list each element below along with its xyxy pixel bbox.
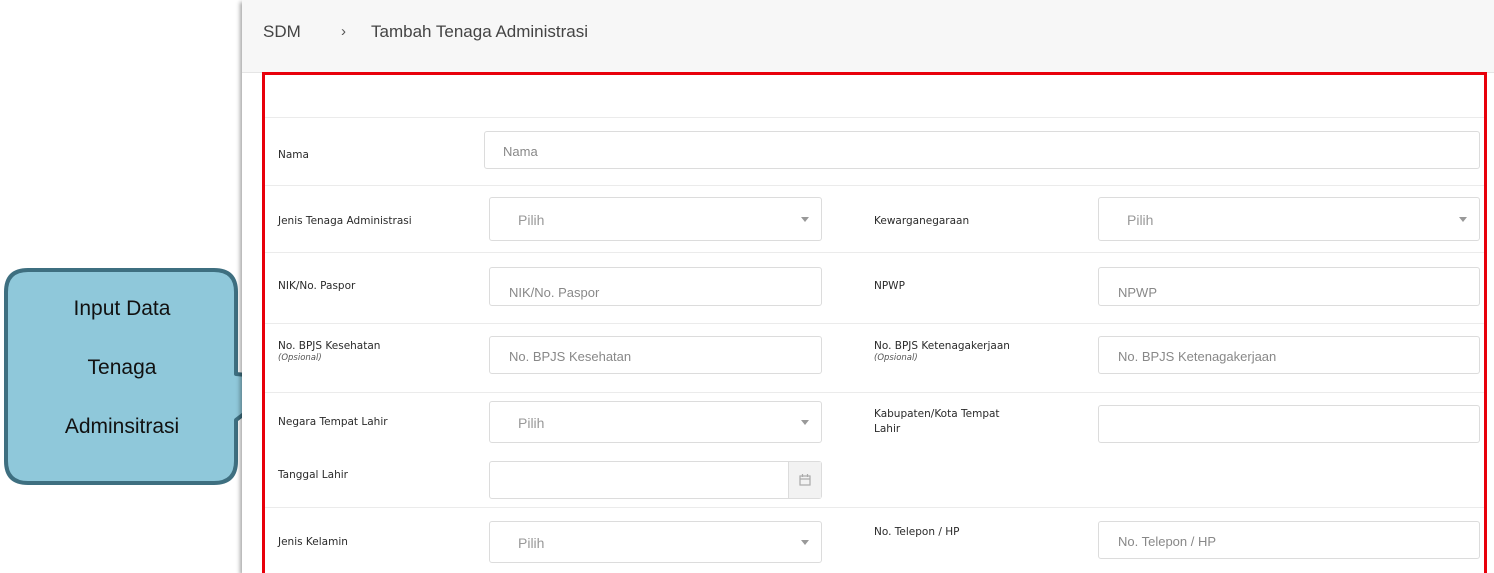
nik-input[interactable]: NIK/No. Paspor bbox=[489, 267, 822, 306]
jenis-kelamin-select[interactable]: Pilih bbox=[489, 521, 822, 563]
divider bbox=[265, 117, 1484, 118]
divider bbox=[265, 392, 1484, 393]
callout-annotation: Input Data Tenaga Adminsitrasi bbox=[2, 267, 292, 494]
bpjs-ketenagakerjaan-note: (Opsional) bbox=[874, 353, 918, 363]
kewarganegaraan-label: Kewarganegaraan bbox=[874, 215, 970, 227]
jenis-kelamin-value: Pilih bbox=[518, 535, 545, 551]
divider bbox=[265, 323, 1484, 324]
telepon-placeholder: No. Telepon / HP bbox=[1118, 534, 1217, 549]
jenis-tenaga-select[interactable]: Pilih bbox=[489, 197, 822, 241]
bpjs-ketenagakerjaan-label-text: No. BPJS Ketenagakerjaan bbox=[874, 340, 1010, 352]
bpjs-ketenagakerjaan-placeholder: No. BPJS Ketenagakerjaan bbox=[1118, 349, 1277, 364]
tanggal-lahir-label: Tanggal Lahir bbox=[278, 469, 348, 481]
jenis-kelamin-label: Jenis Kelamin bbox=[278, 536, 348, 548]
kota-lahir-label: Kabupaten/Kota Tempat Lahir bbox=[874, 407, 1000, 437]
callout-line-3: Adminsitrasi bbox=[64, 415, 180, 438]
breadcrumb-current: Tambah Tenaga Administrasi bbox=[371, 22, 589, 41]
nama-input[interactable]: Nama bbox=[484, 131, 1480, 169]
nik-label: NIK/No. Paspor bbox=[278, 280, 356, 292]
callout-line-1: Input Data bbox=[73, 297, 171, 320]
divider bbox=[265, 185, 1484, 186]
npwp-input[interactable]: NPWP bbox=[1098, 267, 1480, 306]
bpjs-kesehatan-note: (Opsional) bbox=[278, 353, 322, 363]
caret-down-icon bbox=[801, 540, 809, 545]
nama-placeholder: Nama bbox=[503, 144, 538, 159]
npwp-label: NPWP bbox=[874, 280, 905, 292]
jenis-tenaga-label: Jenis Tenaga Administrasi bbox=[278, 215, 412, 227]
kewarganegaraan-select[interactable]: Pilih bbox=[1098, 197, 1480, 241]
breadcrumb: SDM › Tambah Tenaga Administrasi bbox=[242, 0, 1494, 73]
divider bbox=[265, 507, 1484, 508]
telepon-label: No. Telepon / HP bbox=[874, 526, 960, 538]
calendar-icon bbox=[799, 474, 811, 486]
negara-lahir-label: Negara Tempat Lahir bbox=[278, 416, 388, 428]
kota-lahir-input[interactable] bbox=[1098, 405, 1480, 443]
bpjs-kesehatan-input[interactable]: No. BPJS Kesehatan bbox=[489, 336, 822, 374]
highlight-frame: Nama Nama Jenis Tenaga Administrasi Pili… bbox=[262, 72, 1487, 573]
bpjs-ketenagakerjaan-input[interactable]: No. BPJS Ketenagakerjaan bbox=[1098, 336, 1480, 374]
jenis-tenaga-value: Pilih bbox=[518, 212, 545, 228]
kota-lahir-label-line1: Kabupaten/Kota Tempat bbox=[874, 408, 1000, 420]
callout-line-2: Tenaga bbox=[87, 356, 157, 379]
caret-down-icon bbox=[1459, 217, 1467, 222]
negara-lahir-select[interactable]: Pilih bbox=[489, 401, 822, 443]
telepon-input[interactable]: No. Telepon / HP bbox=[1098, 521, 1480, 559]
bpjs-kesehatan-label-text: No. BPJS Kesehatan bbox=[278, 340, 381, 352]
kota-lahir-label-line2: Lahir bbox=[874, 423, 901, 435]
caret-down-icon bbox=[801, 420, 809, 425]
nama-label: Nama bbox=[278, 149, 309, 161]
kewarganegaraan-value: Pilih bbox=[1127, 212, 1154, 228]
bpjs-kesehatan-label: No. BPJS Kesehatan (Opsional) bbox=[278, 340, 380, 363]
calendar-button[interactable] bbox=[788, 462, 821, 498]
tanggal-lahir-input[interactable] bbox=[489, 461, 822, 499]
divider bbox=[265, 252, 1484, 253]
bpjs-kesehatan-placeholder: No. BPJS Kesehatan bbox=[509, 349, 632, 364]
app-window: SDM › Tambah Tenaga Administrasi Nama Na… bbox=[242, 0, 1494, 573]
npwp-placeholder: NPWP bbox=[1118, 285, 1157, 300]
breadcrumb-separator-icon: › bbox=[341, 23, 346, 40]
negara-lahir-value: Pilih bbox=[518, 415, 545, 431]
nik-placeholder: NIK/No. Paspor bbox=[509, 285, 600, 300]
caret-down-icon bbox=[801, 217, 809, 222]
breadcrumb-root-link[interactable]: SDM bbox=[263, 22, 301, 42]
bpjs-ketenagakerjaan-label: No. BPJS Ketenagakerjaan (Opsional) bbox=[874, 340, 1010, 363]
